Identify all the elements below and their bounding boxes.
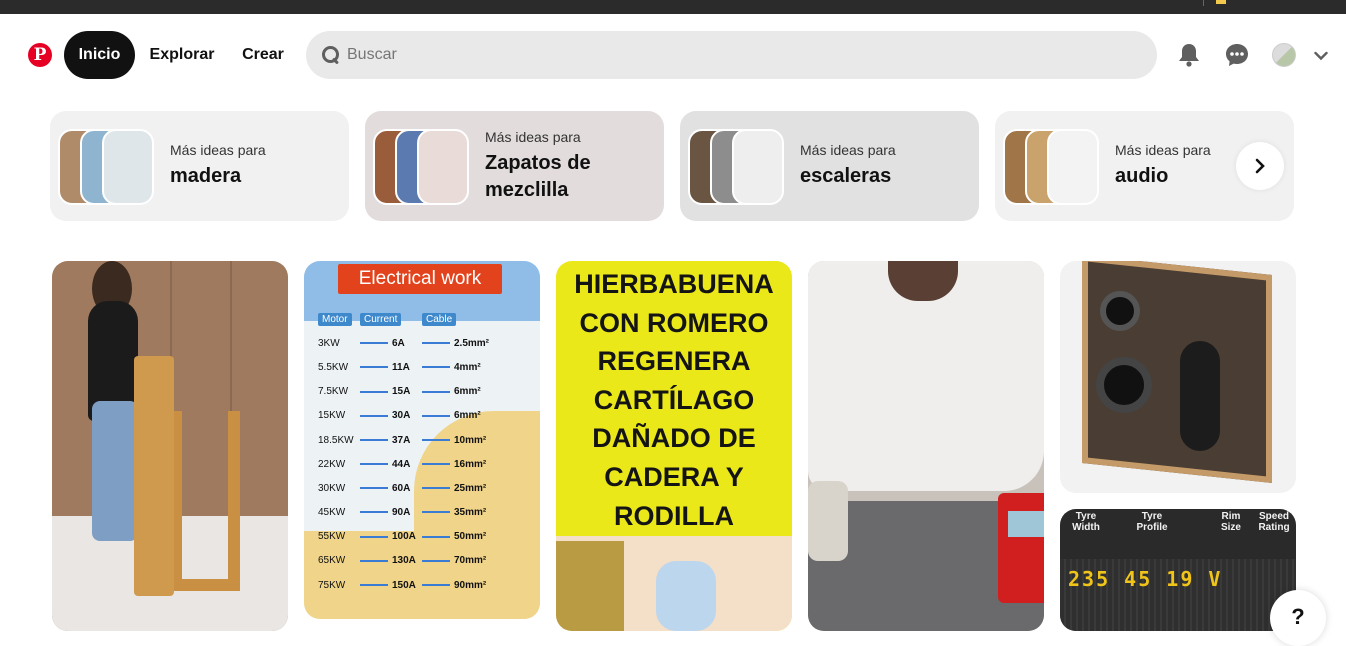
pin-electrical-work[interactable]: Electrical work Motor Current Cable 3KW 6… bbox=[304, 261, 540, 619]
search-icon bbox=[321, 45, 341, 65]
idea-thumbnail-stack bbox=[58, 129, 154, 205]
user-avatar[interactable] bbox=[1272, 43, 1296, 67]
pin-wooden-chair[interactable] bbox=[52, 261, 288, 631]
idea-card-madera[interactable]: Más ideas para madera bbox=[50, 111, 349, 221]
account-chevron-down-icon[interactable] bbox=[1310, 45, 1332, 67]
pin-electrical-title: Electrical work bbox=[338, 264, 502, 294]
idea-card-escaleras[interactable]: Más ideas para escaleras bbox=[680, 111, 979, 221]
pin-hierbabuena[interactable]: HIERBABUENA CON ROMERO REGENERA CARTÍLAG… bbox=[556, 261, 792, 631]
idea-thumbnail-stack bbox=[373, 129, 469, 205]
browser-top-strip bbox=[0, 0, 1346, 14]
pin-welding[interactable] bbox=[808, 261, 1044, 631]
idea-topic: escaleras bbox=[800, 165, 892, 187]
nav-home-button[interactable]: Inicio bbox=[64, 31, 135, 79]
pin-tyre-sidewall[interactable]: Tyre Width Tyre Profile Rim Size Speed R… bbox=[1060, 509, 1296, 631]
idea-topic: Zapatos de mezclilla bbox=[485, 151, 591, 201]
nav-explore-button[interactable]: Explorar bbox=[142, 31, 222, 79]
idea-thumbnail-stack bbox=[688, 129, 784, 205]
pinterest-logo-icon[interactable]: P bbox=[28, 43, 52, 67]
electrical-table: Motor Current Cable 3KW 6A 2.5mm² 5.5KW 11A… bbox=[318, 312, 490, 591]
strip-separator bbox=[1203, 0, 1204, 6]
tyre-size-code: 235 45 19 V bbox=[1068, 567, 1223, 591]
chevron-right-icon bbox=[1255, 158, 1265, 174]
ideas-next-arrow-button[interactable] bbox=[1236, 142, 1284, 190]
pin-hierbabuena-headline: HIERBABUENA CON ROMERO REGENERA CARTÍLAG… bbox=[574, 269, 774, 531]
top-header: P Inicio Explorar Crear bbox=[0, 14, 1346, 98]
more-ideas-row: Más ideas para madera Más ideas para Zap… bbox=[50, 111, 1295, 221]
idea-small-text: Más ideas para bbox=[485, 128, 581, 145]
idea-small-text: Más ideas para bbox=[800, 142, 896, 158]
notifications-bell-icon[interactable] bbox=[1175, 41, 1203, 69]
search-input[interactable] bbox=[347, 46, 1107, 64]
pin-speaker-cutaway[interactable] bbox=[1060, 261, 1296, 493]
idea-small-text: Más ideas para bbox=[1115, 142, 1211, 158]
idea-topic: madera bbox=[170, 165, 242, 187]
idea-topic: audio bbox=[1115, 165, 1169, 187]
nav-create-button[interactable]: Crear bbox=[232, 31, 294, 79]
idea-thumbnail-stack bbox=[1003, 129, 1099, 205]
strip-marker bbox=[1216, 0, 1226, 4]
messages-chat-icon[interactable] bbox=[1223, 41, 1251, 69]
idea-small-text: Más ideas para bbox=[170, 142, 266, 158]
idea-card-zapatos[interactable]: Más ideas para Zapatos de mezclilla bbox=[365, 111, 664, 221]
search-bar[interactable] bbox=[306, 31, 1157, 79]
help-button[interactable]: ? bbox=[1270, 590, 1326, 646]
